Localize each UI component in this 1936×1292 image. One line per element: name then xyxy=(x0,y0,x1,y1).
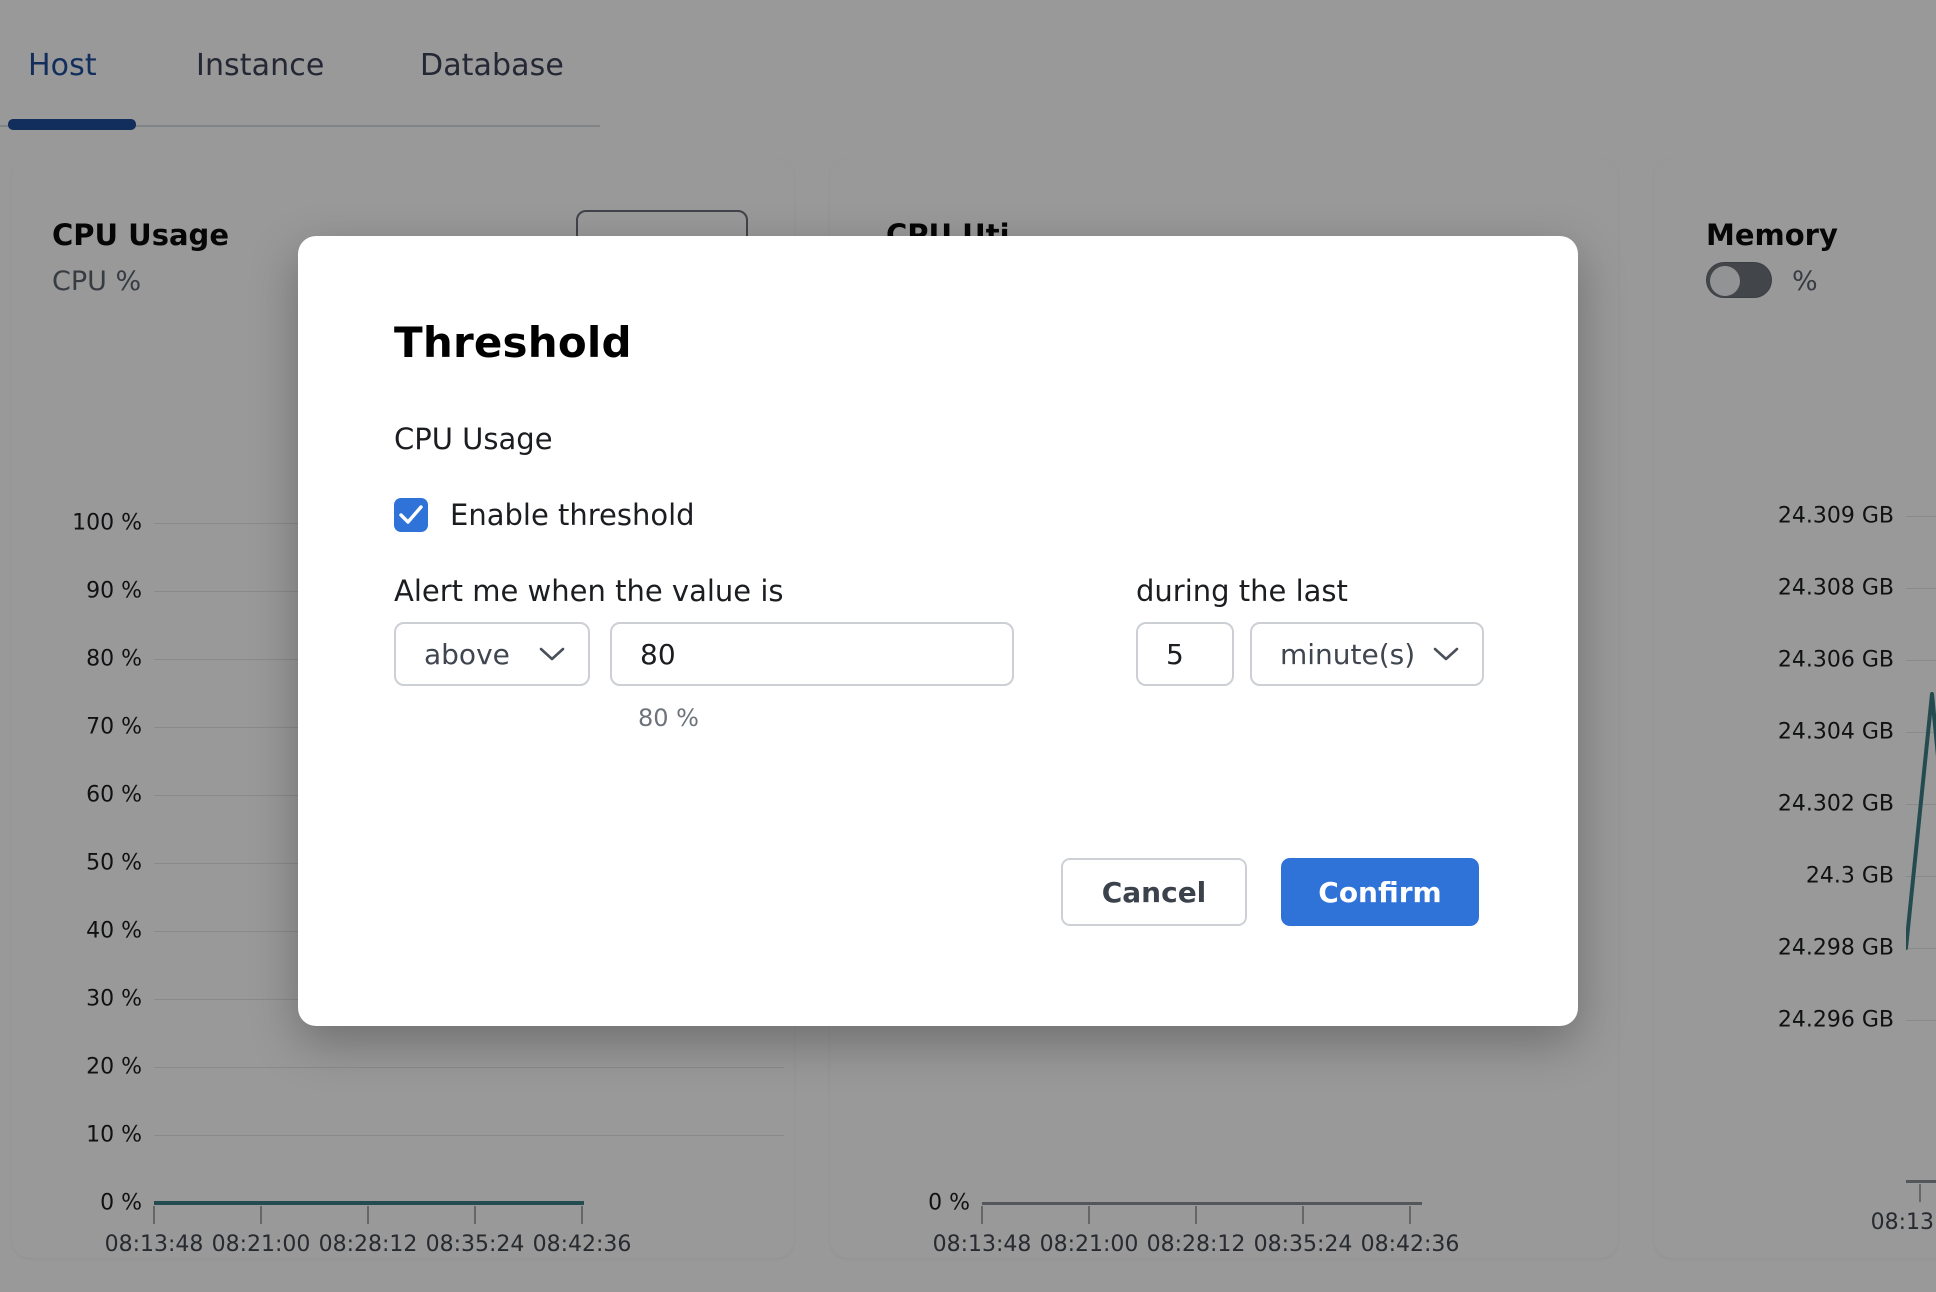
threshold-value: 80 xyxy=(640,637,676,671)
duration-value: 5 xyxy=(1166,637,1184,671)
operator-select[interactable]: above xyxy=(394,622,590,686)
duration-unit-value: minute(s) xyxy=(1280,637,1416,671)
cancel-button[interactable]: Cancel xyxy=(1061,858,1247,926)
duration-label: during the last xyxy=(1136,574,1348,608)
confirm-button[interactable]: Confirm xyxy=(1281,858,1479,926)
threshold-helper-text: 80 % xyxy=(638,704,699,732)
condition-label: Alert me when the value is xyxy=(394,574,784,608)
app-root: Host Instance Database CPU Usage CPU % 1… xyxy=(0,0,1936,1292)
chevron-down-icon xyxy=(539,647,565,661)
threshold-value-input[interactable]: 80 xyxy=(610,622,1014,686)
modal-metric-name: CPU Usage xyxy=(394,422,553,456)
enable-threshold-label: Enable threshold xyxy=(450,498,695,532)
duration-value-input[interactable]: 5 xyxy=(1136,622,1234,686)
enable-threshold-row[interactable]: Enable threshold xyxy=(394,498,695,532)
check-icon xyxy=(399,505,423,524)
chevron-down-icon xyxy=(1433,647,1459,661)
modal-title: Threshold xyxy=(394,318,632,367)
operator-value: above xyxy=(424,637,510,671)
enable-threshold-checkbox[interactable] xyxy=(394,498,428,532)
threshold-modal: Threshold CPU Usage Enable threshold Ale… xyxy=(298,236,1578,1026)
duration-unit-select[interactable]: minute(s) xyxy=(1250,622,1484,686)
